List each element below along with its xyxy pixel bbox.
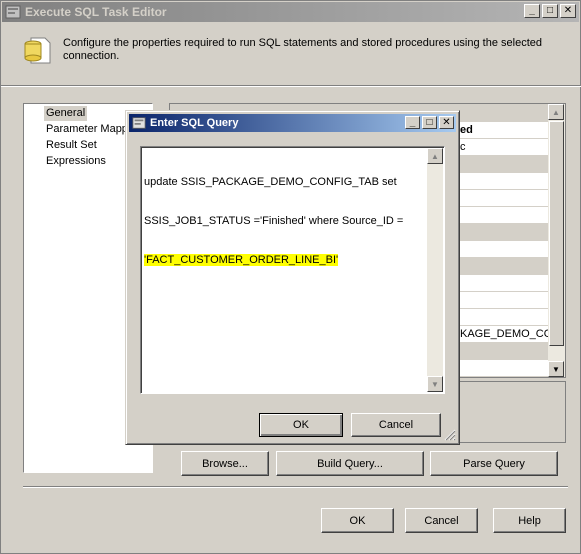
- close-icon: ✕: [442, 116, 451, 128]
- parse-query-button[interactable]: Parse Query: [430, 451, 558, 476]
- sql-query-textarea[interactable]: update SSIS_PACKAGE_DEMO_CONFIG_TAB set …: [140, 146, 445, 394]
- grid-row[interactable]: [460, 275, 550, 292]
- cancel-button[interactable]: Cancel: [405, 508, 478, 533]
- window-title: Execute SQL Task Editor: [25, 5, 167, 19]
- resize-grip-icon[interactable]: [444, 429, 456, 441]
- dialog-title: Enter SQL Query: [150, 117, 239, 129]
- nav-item-general[interactable]: General: [44, 106, 88, 121]
- grid-row[interactable]: [460, 224, 550, 241]
- ssis-task-icon: [5, 5, 21, 19]
- header-description: Configure the properties required to run…: [63, 37, 542, 62]
- dialog-close-button[interactable]: ✕: [439, 116, 454, 129]
- grid-cell-bold: ed: [460, 124, 473, 136]
- grid-row[interactable]: [460, 292, 550, 309]
- maximize-button[interactable]: □: [542, 4, 558, 18]
- sql-line-3-highlighted: 'FACT_CUSTOMER_ORDER_LINE_BI': [144, 254, 339, 266]
- maximize-icon: □: [546, 5, 554, 16]
- sql-line-1: update SSIS_PACKAGE_DEMO_CONFIG_TAB set: [144, 176, 397, 188]
- grid-row[interactable]: ed: [460, 122, 550, 139]
- dialog-minimize-button[interactable]: _: [405, 116, 420, 129]
- grid-row[interactable]: [460, 156, 550, 173]
- grid-row[interactable]: [460, 258, 550, 275]
- ssis-task-icon: [132, 117, 146, 129]
- database-document-icon: [24, 37, 51, 64]
- footer-separator: [23, 486, 568, 488]
- ok-button[interactable]: OK: [321, 508, 394, 533]
- grid-row[interactable]: [460, 309, 550, 326]
- dialog-maximize-button[interactable]: □: [422, 116, 437, 129]
- grid-row[interactable]: [460, 207, 550, 224]
- grid-cell: c: [460, 141, 466, 153]
- scroll-down-icon[interactable]: ▼: [427, 376, 443, 392]
- close-icon: ✕: [563, 5, 573, 16]
- browse-button[interactable]: Browse...: [181, 451, 269, 476]
- scroll-down-icon[interactable]: ▼: [548, 361, 564, 377]
- grid-cell-package: KAGE_DEMO_CO: [460, 328, 553, 340]
- minimize-button[interactable]: _: [524, 4, 540, 18]
- scroll-up-icon[interactable]: ▲: [548, 104, 564, 120]
- enter-sql-query-dialog: Enter SQL Query _ □ ✕ update SSIS_PACKAG…: [125, 110, 460, 445]
- nav-item-parameter-mapping[interactable]: Parameter Mapp: [46, 122, 128, 137]
- nav-item-result-set[interactable]: Result Set: [46, 138, 97, 153]
- scroll-thumb[interactable]: [549, 121, 564, 346]
- sql-line-2: SSIS_JOB1_STATUS ='Finished' where Sourc…: [144, 215, 404, 227]
- grid-row[interactable]: [460, 190, 550, 207]
- dialog-cancel-button[interactable]: Cancel: [351, 413, 441, 437]
- nav-item-expressions[interactable]: Expressions: [46, 154, 106, 169]
- minimize-icon: _: [529, 5, 535, 16]
- sql-scrollbar[interactable]: ▲ ▼: [427, 148, 443, 392]
- window-titlebar[interactable]: Execute SQL Task Editor _ □ ✕: [2, 2, 579, 22]
- maximize-icon: □: [426, 116, 433, 128]
- dialog-ok-button[interactable]: OK: [259, 413, 343, 437]
- dialog-titlebar[interactable]: Enter SQL Query _ □ ✕: [129, 114, 456, 132]
- grid-row[interactable]: [460, 343, 550, 360]
- execute-sql-task-editor-window: Execute SQL Task Editor _ □ ✕ Configure …: [0, 0, 581, 554]
- grid-row[interactable]: KAGE_DEMO_CO: [460, 326, 552, 343]
- grid-row[interactable]: [460, 173, 550, 190]
- build-query-button[interactable]: Build Query...: [276, 451, 424, 476]
- header-separator: [1, 85, 581, 87]
- grid-row[interactable]: [460, 241, 550, 258]
- grid-row[interactable]: c: [460, 139, 550, 156]
- scroll-up-icon[interactable]: ▲: [427, 148, 443, 164]
- sql-query-text[interactable]: update SSIS_PACKAGE_DEMO_CONFIG_TAB set …: [144, 150, 428, 293]
- grid-row[interactable]: [460, 360, 550, 377]
- grid-scrollbar[interactable]: ▲ ▼: [548, 104, 565, 377]
- minimize-icon: _: [409, 116, 416, 128]
- close-button[interactable]: ✕: [560, 4, 576, 18]
- help-button[interactable]: Help: [493, 508, 566, 533]
